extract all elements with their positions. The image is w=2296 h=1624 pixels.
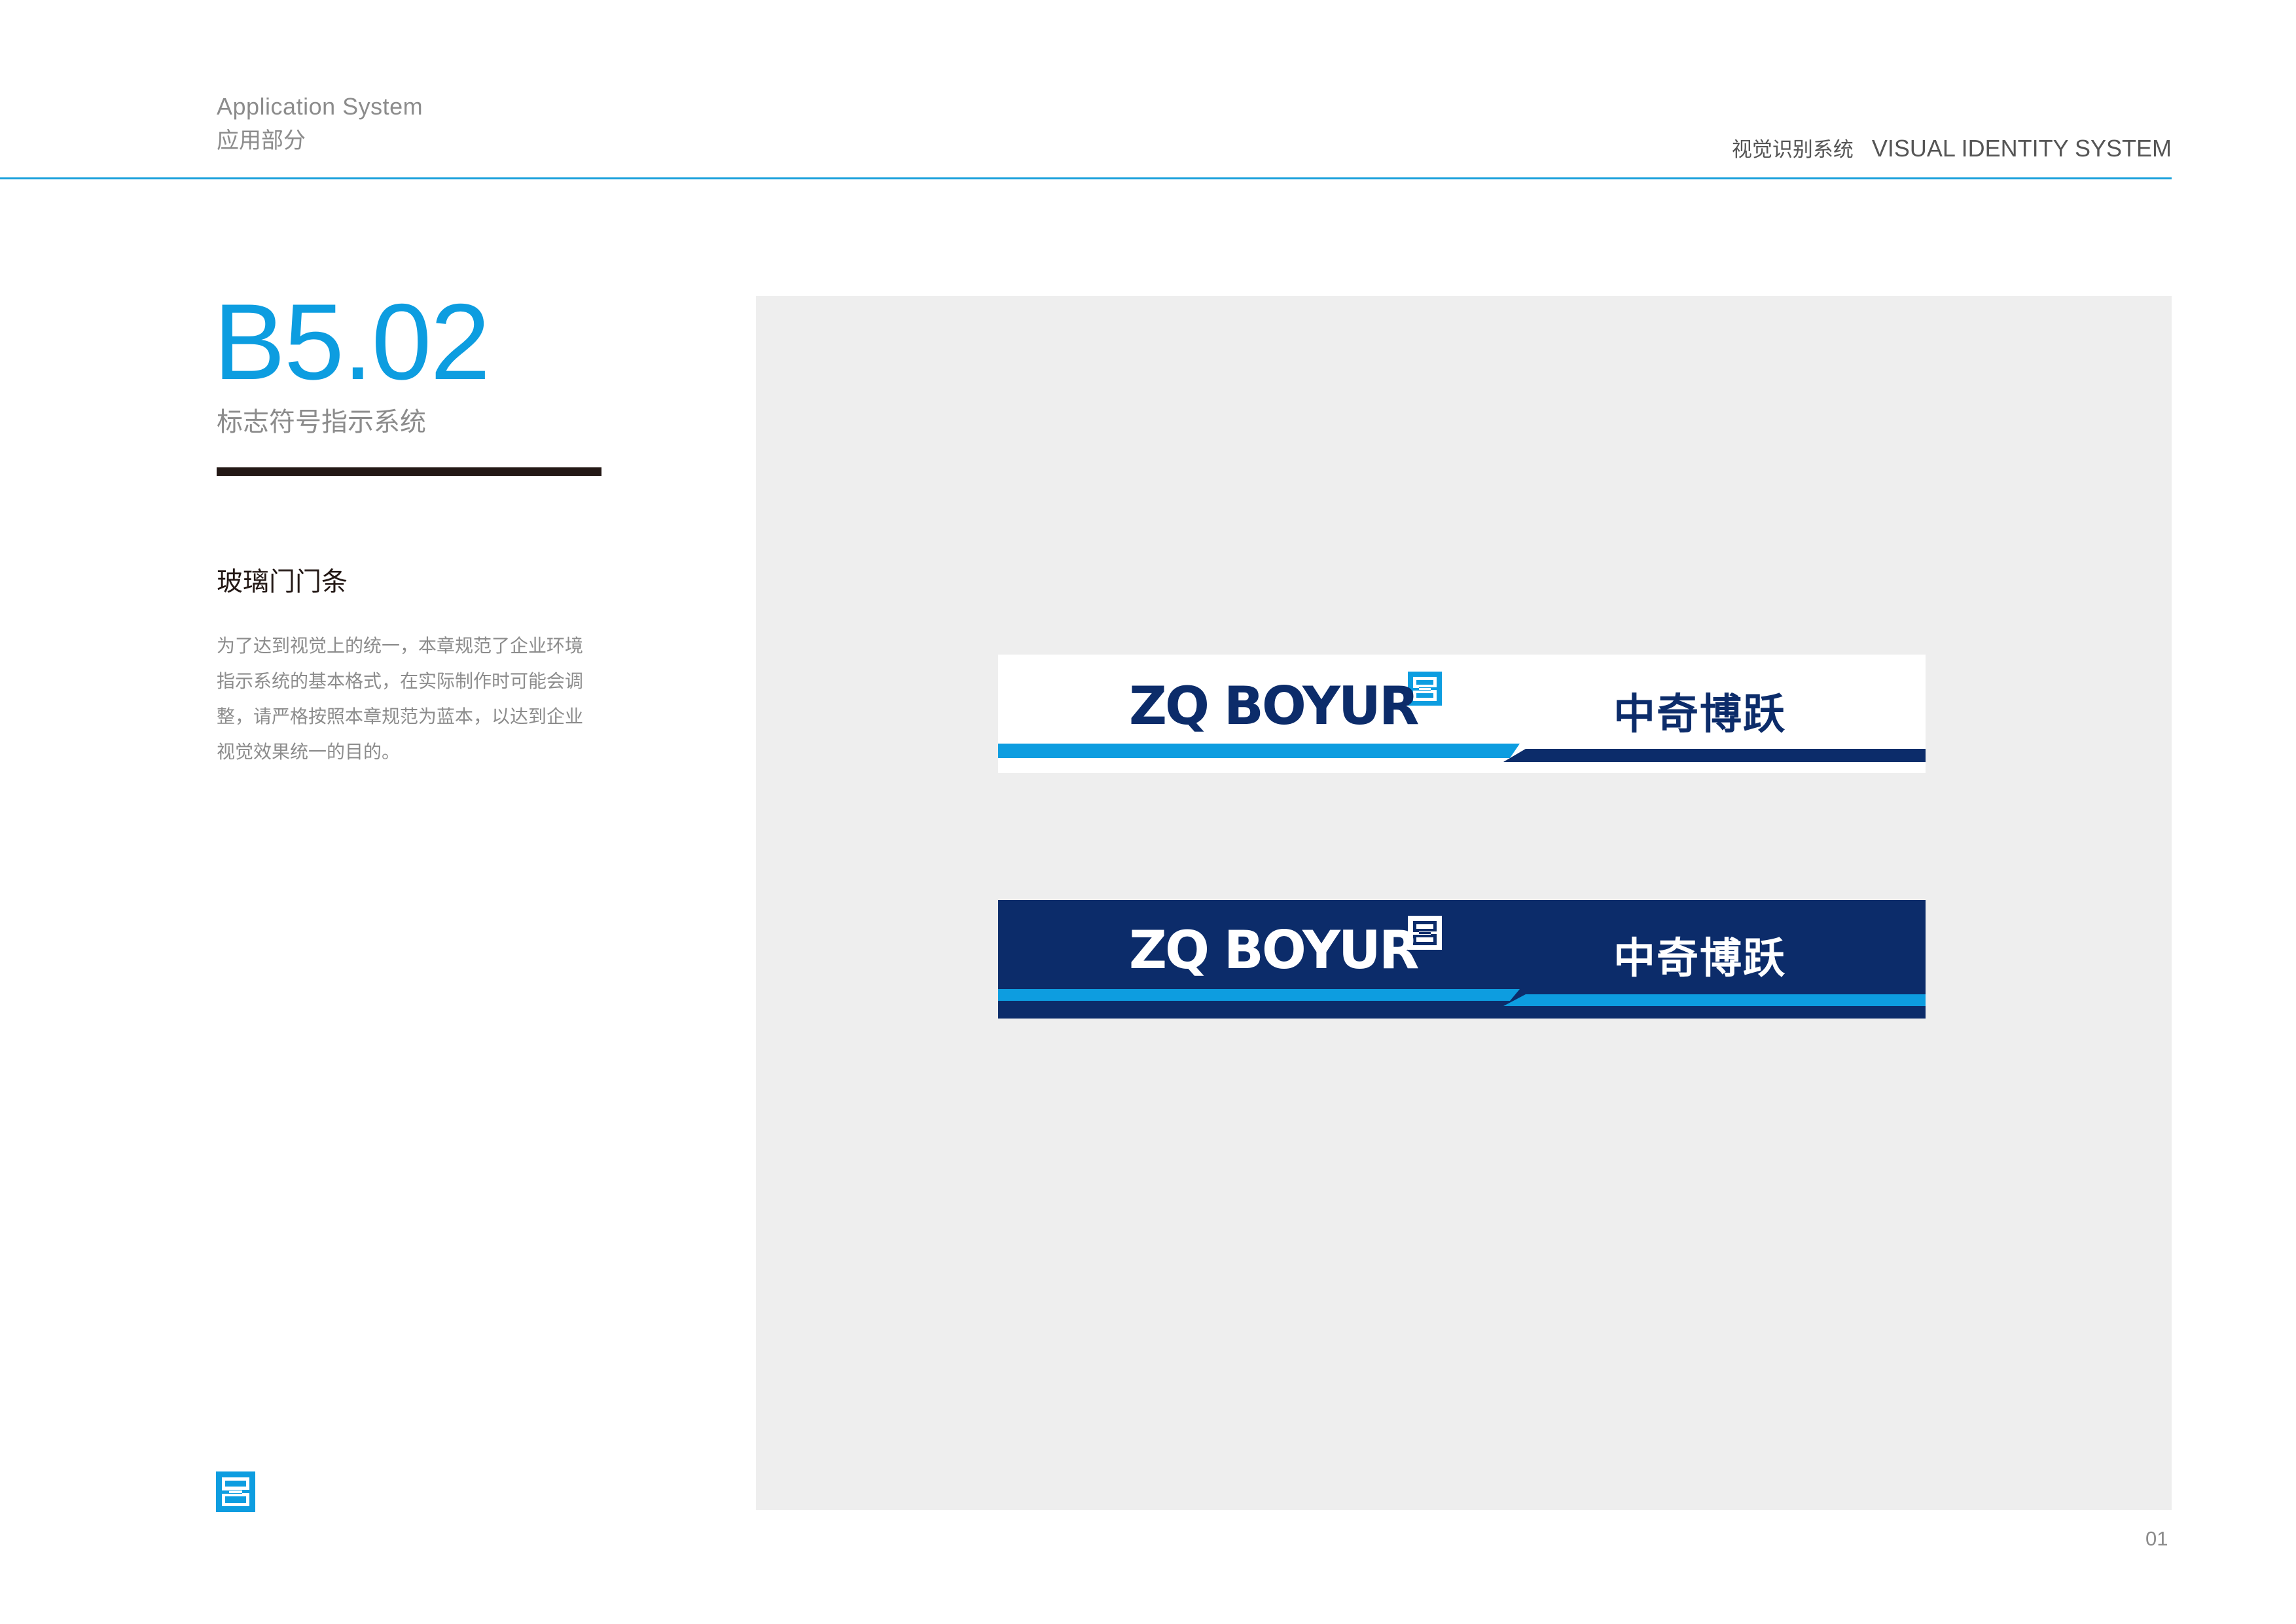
section-title-en: Application System: [217, 93, 423, 120]
chapter-code: B5.02: [213, 281, 490, 402]
strip-band-left: [998, 989, 1520, 1001]
page-number: 01: [2145, 1527, 2168, 1550]
door-strip-dark: ZQ BOYUR 中奇博跃: [998, 900, 1926, 1019]
system-title: 视觉识别系统 VISUAL IDENTITY SYSTEM: [1732, 133, 2172, 162]
system-title-en: VISUAL IDENTITY SYSTEM: [1871, 135, 2172, 162]
strip-logo-en: ZQ BOYUR: [1129, 920, 1419, 981]
header-divider: [0, 177, 2172, 179]
item-description: 为了达到视觉上的统一，本章规范了企业环境 指示系统的基本格式，在实际制作时可能会…: [217, 628, 609, 770]
strip-logo-en: ZQ BOYUR: [1129, 676, 1419, 736]
chapter-underline: [217, 467, 601, 476]
strip-band-right: [1503, 994, 1926, 1006]
strip-band-right: [1503, 749, 1926, 762]
system-title-cn: 视觉识别系统: [1731, 138, 1854, 162]
description-line: 整，请严格按照本章规范为蓝本，以达到企业: [217, 706, 584, 727]
description-line: 为了达到视觉上的统一，本章规范了企业环境: [217, 635, 584, 657]
strip-logo-cn: 中奇博跃: [1613, 691, 1786, 739]
section-title-cn: 应用部分: [217, 128, 306, 154]
strip-band-left: [998, 744, 1520, 758]
description-line: 指示系统的基本格式，在实际制作时可能会调: [217, 670, 584, 692]
description-line: 视觉效果统一的目的。: [217, 741, 401, 763]
strip-logo-cn: 中奇博跃: [1613, 935, 1786, 983]
chapter-title: 标志符号指示系统: [217, 407, 426, 437]
item-title: 玻璃门门条: [217, 567, 348, 597]
door-strip-light: ZQ BOYUR 中奇博跃: [998, 655, 1926, 773]
zq-mark-icon: [216, 1471, 255, 1512]
